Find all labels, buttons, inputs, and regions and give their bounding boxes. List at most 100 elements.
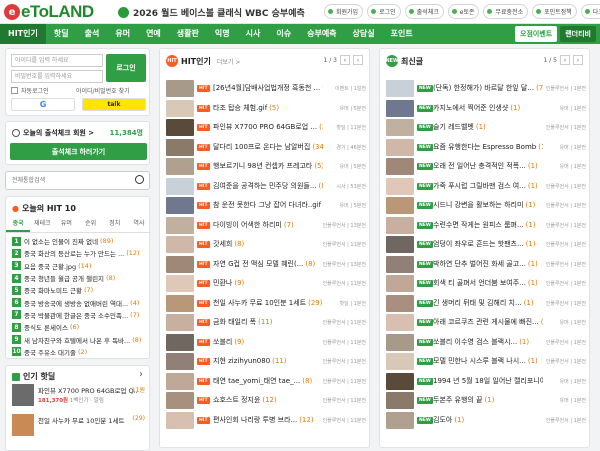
hit10-item[interactable]: 2 중국 화산의 등산로는 누가 만드는 ... (12)	[12, 247, 148, 259]
post-title[interactable]: 타조 탑승 체험.gif (5)	[213, 103, 323, 113]
hit10-item[interactable]: 3 요음 중국 근황.jpg (14)	[12, 260, 148, 272]
prev-page-button[interactable]: ‹	[560, 55, 570, 65]
attendance-link[interactable]: 출석체크	[404, 4, 444, 19]
kakao-login-button[interactable]: talk	[82, 98, 146, 111]
post-title[interactable]: 가죽 푸시럽 그릴바맨 검스 여... (1)	[433, 181, 543, 191]
nav-prediction[interactable]: 승부예측	[299, 24, 344, 44]
post-title[interactable]: 지현 zizihyun080 (11)	[213, 356, 323, 366]
post-item[interactable]: HIT 다이빙이 어색한 하리미 (7) 인플루언서 | 13분전	[166, 216, 366, 236]
nav-life[interactable]: 생활판	[169, 24, 207, 44]
nav-entertainment[interactable]: 연예	[138, 24, 169, 44]
post-item[interactable]: NEW 수련수면 작게는 원피스 룸펴... (1) 인플루언서 | 1분전	[386, 216, 586, 236]
post-item[interactable]: NEW 시드니 강변을 활보하는 하리미 (1) 인플루언서 | 1분전	[386, 196, 586, 216]
post-title[interactable]: 수련수면 작게는 원피스 룸펴... (1)	[433, 220, 543, 230]
post-title[interactable]: 자연 G컵 전 맥심 모델 혜린(... (8)	[213, 259, 323, 269]
post-title[interactable]: 다이빙이 어색한 하리미 (7)	[213, 220, 323, 230]
hit10-item[interactable]: 7 중국 박물관에 한글은 중국 소수민족... (7)	[12, 309, 148, 321]
attendance-button[interactable]: 출석체크 하러가기	[10, 143, 147, 160]
post-title[interactable]: 태연 tae_yomi_태연 tae_... (8)	[213, 376, 323, 386]
post-title[interactable]: 달다리 100프로 온다는 남알버집(34)	[213, 142, 323, 152]
post-item[interactable]: HIT 태연 tae_yomi_태연 tae_... (8) 인플루언서 | 11분전	[166, 372, 366, 392]
tv-button[interactable]: 랜더티비	[560, 26, 596, 42]
nav-counseling[interactable]: 상담실	[345, 24, 383, 44]
post-title[interactable]: 쏘블리 (9)	[213, 337, 323, 347]
nav-hit[interactable]: HIT인기	[0, 24, 46, 44]
nav-attendance[interactable]: 출석	[77, 24, 108, 44]
tab-china[interactable]: 종국	[6, 217, 31, 232]
post-title[interactable]: 행보르기니 98년 컨셉카 프레고타(5)	[213, 161, 323, 171]
post-item[interactable]: NEW1994 년 5월 18일 일어난 캘리포니아...(1) 유머 | 1분전	[386, 372, 586, 392]
post-item[interactable]: NEW(단독) 한정해가) 바르달 한잎 달...(7)인플루언서 | 1분전	[386, 79, 586, 99]
post-title[interactable]: [26년4월]담배사업법개정 흑동천 ...(3651)	[213, 83, 323, 93]
site-logo[interactable]: e eToLAND	[4, 2, 94, 22]
search-input[interactable]	[5, 171, 150, 190]
post-title[interactable]: 편사인회 나리랑 투병 브라... (12)	[213, 415, 323, 425]
post-title[interactable]: 천일 사누카 무료 10인분 1세트 (29)	[213, 298, 323, 308]
post-item[interactable]: HIT 금화 태일리 폭 (11) 인플루언서 | 11분전	[166, 313, 366, 333]
chevron-right-icon[interactable]: ›	[139, 369, 143, 380]
post-item[interactable]: NEW 회색 티 골펴서 언더붐 보여주... (1) 인플루언서 | 1분전	[386, 274, 586, 294]
post-title[interactable]: 요즘 유행한다는 Espresso Bomb(1)	[433, 142, 543, 152]
post-title[interactable]: 김여준을 공격하는 민주당 의원들...(80)	[213, 181, 323, 191]
nav-humor[interactable]: 유머	[107, 24, 138, 44]
hotdeal-item[interactable]: 천일 사누카 무료 10인분 1세트 (29)	[12, 414, 145, 438]
hit10-item[interactable]: 1이 없소는 인물이 진짜 없네 (89)	[12, 235, 148, 247]
post-title[interactable]: 쏘블리 이수영 검스 블랙시... (1)	[433, 337, 543, 347]
post-item[interactable]: NEW 가죽 푸시럽 그릴바맨 검스 여... (1) 인플루언서 | 1분전	[386, 177, 586, 197]
post-title[interactable]: 참 운전 못한다 그냥 잡어 다녀라..gif(9)	[213, 200, 323, 210]
nav-point[interactable]: 포인트	[383, 24, 421, 44]
password-input[interactable]: 비밀번호를 입력하세요	[11, 70, 103, 83]
post-title[interactable]: 김도아 (1)	[433, 415, 543, 425]
post-item[interactable]: NEW 엄덩이 좌우로 흔드는 핫팬츠... (1) 인플루언서 | 1분전	[386, 235, 586, 255]
tab-politics[interactable]: 정치	[103, 217, 127, 232]
next-page-button[interactable]: ›	[573, 55, 583, 65]
hit10-item[interactable]: 8 중식도 론세이스 (6)	[12, 321, 148, 333]
post-item[interactable]: NEW 오래 전 일어난 충격적인 적폭... (1) 유머 | 1분전	[386, 157, 586, 177]
keep-login[interactable]: 자동로그인	[11, 86, 49, 95]
post-title[interactable]: 민환나 (9)	[213, 278, 323, 288]
post-item[interactable]: HIT 지현 zizihyun080 (11) 인플루언서 | 11분전	[166, 352, 366, 372]
post-title[interactable]: 엄덩이 좌우로 흔드는 핫팬츠... (1)	[433, 239, 543, 249]
post-item[interactable]: HIT파인뷰 X7700 PRO 64GB로업 ...(32) 핫딜 | 11분전	[166, 118, 366, 138]
free-charge-link[interactable]: 무료충전소	[483, 4, 529, 19]
post-item[interactable]: HIT 편사인회 나리랑 투병 브라... (12) 인플루언서 | 11분전	[166, 411, 366, 431]
find-account-link[interactable]: 아이디/비밀번호 찾기	[76, 86, 130, 95]
id-input[interactable]: 아이디를 입력 하세요	[11, 54, 103, 67]
post-item[interactable]: HIT 천일 사누카 무료 10인분 1세트 (29) 핫딜 | 1분전	[166, 294, 366, 314]
post-item[interactable]: HIT 쇼호스트 정지윤 (12) 인플루언서 | 11분전	[166, 391, 366, 411]
post-item[interactable]: HIT[26년4월]담배사업법개정 흑동천 ...(3651) 이벤트 | 1일전	[166, 79, 366, 99]
post-item[interactable]: NEW 모델 민한나 시스루 블랙 나시... (1) 인플루언서 | 1분전	[386, 352, 586, 372]
post-title[interactable]: 아래 코르쿠즈 관련 게시물에 빠진...(1)	[433, 317, 543, 327]
hit10-item[interactable]: 9새 남자친구와 호텔에서 나온 후 독바... (8)	[12, 333, 148, 345]
post-item[interactable]: HIT김여준을 공격하는 민주당 의원들...(80) 시사 | 53분전	[166, 177, 366, 197]
post-item[interactable]: NEW 슬기 레드벨벳 (1) 인플루언서 | 1분전	[386, 118, 586, 138]
post-item[interactable]: NEW 긴 생머리 뒤태 및 김해리 치... (1) 인플루언서 | 1분전	[386, 294, 586, 314]
post-title[interactable]: 파인뷰 X7700 PRO 64GB로업 ...(32)	[213, 122, 323, 132]
post-item[interactable]: HIT 쏘블리 (9) 인플루언서 | 11분전	[166, 333, 366, 353]
post-item[interactable]: NEW 김도아 (1) 인플루언서 | 1분전	[386, 411, 586, 431]
next-page-button[interactable]: ›	[353, 55, 363, 65]
more-link[interactable]: 더보기 >	[217, 57, 241, 66]
tab-humor[interactable]: 유머	[54, 217, 78, 232]
signup-link[interactable]: 회원가입	[324, 4, 364, 19]
post-title[interactable]: 갓세희 (8)	[213, 239, 323, 249]
post-item[interactable]: HIT참 운전 못한다 그냥 잡어 다녀라..gif(9) 유머 | 5분전	[166, 196, 366, 216]
post-item[interactable]: NEW 카지노에서 찍어준 인생샷 (1) 유머 | 1분전	[386, 99, 586, 119]
post-item[interactable]: HIT 타조 탑승 체험.gif (5) 유머 | 5분전	[166, 99, 366, 119]
announcement[interactable]: 2026 월드 베이스볼 클래식 WBC 승부예측	[118, 6, 305, 19]
post-title[interactable]: 쇼호스트 정지윤 (12)	[213, 395, 323, 405]
post-title[interactable]: (단독) 한정해가) 바르달 한잎 달...(7)	[433, 83, 543, 93]
hit10-item[interactable]: 6 중국 방송국에 생방송 없애버린 역대... (4)	[12, 296, 148, 308]
dark-mode-toggle[interactable]: 다크모드	[580, 4, 600, 19]
tab-ranking[interactable]: 순위	[79, 217, 103, 232]
login-link[interactable]: 로그인	[367, 4, 401, 19]
post-title[interactable]: 1994 년 5월 18일 일어난 캘리포니아...(1)	[433, 376, 543, 386]
point-policy-link[interactable]: 포인트정책	[532, 4, 577, 19]
hit10-item[interactable]: 5 중국 화마노미드 근황 (7)	[12, 284, 148, 296]
event-button[interactable]: 오점이벤트	[515, 26, 558, 42]
tab-finance[interactable]: 재테크	[30, 217, 54, 232]
post-title[interactable]: 카지노에서 찍어준 인생샷 (1)	[433, 103, 543, 113]
post-title[interactable]: 슬기 레드벨벳 (1)	[433, 122, 543, 132]
nav-hotdeal[interactable]: 핫딜	[46, 24, 77, 44]
prev-page-button[interactable]: ‹	[340, 55, 350, 65]
